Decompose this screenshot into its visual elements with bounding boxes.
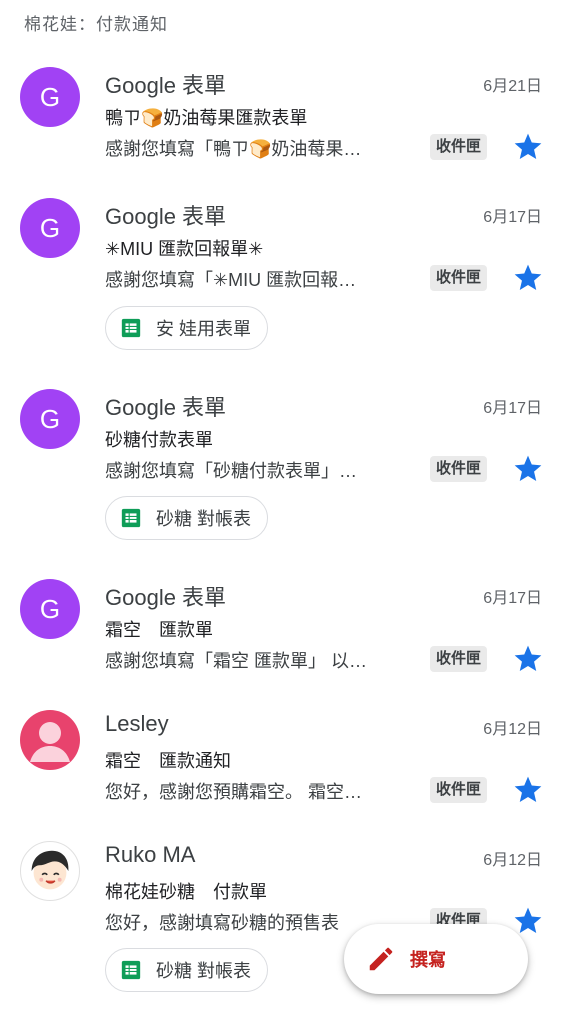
inbox-label-badge: 收件匣: [430, 777, 488, 803]
inbox-label-badge: 收件匣: [430, 265, 488, 291]
email-snippet: 感謝您填寫「砂糖付款表單」…: [105, 461, 357, 481]
email-snippet: 感謝您填寫「鴨ㄗ🍞奶油莓果…: [105, 139, 362, 159]
star-icon[interactable]: [512, 453, 544, 485]
google-sheets-icon: [121, 960, 141, 980]
email-date: 6月21日: [483, 78, 542, 95]
star-icon[interactable]: [512, 905, 544, 937]
compose-label: 撰寫: [410, 950, 446, 970]
avatar[interactable]: G: [20, 579, 80, 639]
email-subject: 霜空 匯款通知: [105, 751, 231, 771]
sender-name: Google 表單: [105, 204, 227, 229]
cartoon-avatar-icon: [31, 850, 69, 890]
email-date: 6月17日: [483, 209, 542, 226]
inbox-label-badge: 收件匣: [430, 134, 488, 160]
email-snippet: 感謝您填寫「霜空 匯款單」 以…: [105, 651, 368, 671]
sender-name: Google 表單: [105, 585, 227, 610]
email-snippet: 您好，感謝您預購霜空。 霜空…: [105, 782, 362, 802]
avatar[interactable]: G: [20, 389, 80, 449]
avatar[interactable]: G: [20, 198, 80, 258]
attachment-name: 安 娃用表單: [156, 319, 252, 339]
avatar[interactable]: G: [20, 67, 80, 127]
attachment-name: 砂糖 對帳表: [156, 961, 252, 981]
pencil-icon: [369, 947, 393, 971]
inbox-label-badge: 收件匣: [430, 646, 488, 672]
google-sheets-icon: [121, 508, 141, 528]
inbox-label-badge: 收件匣: [430, 456, 488, 482]
page-title: 棉花娃：付款通知: [24, 15, 168, 34]
email-subject: 鴨ㄗ🍞奶油莓果匯款表單: [105, 108, 308, 128]
email-date: 6月12日: [483, 852, 542, 869]
email-date: 6月17日: [483, 400, 542, 417]
star-icon[interactable]: [512, 643, 544, 675]
email-subject: ✳MIU 匯款回報單✳: [105, 239, 264, 259]
attachment-chip[interactable]: 砂糖 對帳表: [105, 496, 269, 540]
email-date: 6月12日: [483, 721, 542, 738]
star-icon[interactable]: [512, 262, 544, 294]
sender-name: Ruko MA: [105, 842, 196, 867]
compose-button[interactable]: 撰寫: [344, 924, 528, 994]
avatar[interactable]: [20, 710, 80, 770]
star-icon[interactable]: [512, 131, 544, 163]
sender-name: Google 表單: [105, 73, 227, 98]
attachment-name: 砂糖 對帳表: [156, 509, 252, 529]
email-subject: 砂糖付款表單: [105, 430, 213, 450]
attachment-chip[interactable]: 砂糖 對帳表: [105, 948, 269, 992]
email-snippet: 感謝您填寫「✳MIU 匯款回報…: [105, 270, 357, 290]
sender-name: Google 表單: [105, 395, 227, 420]
star-icon[interactable]: [512, 774, 544, 806]
google-sheets-icon: [121, 318, 141, 338]
attachment-chip[interactable]: 安 娃用表單: [105, 306, 269, 350]
person-icon: [30, 722, 70, 762]
email-date: 6月17日: [483, 590, 542, 607]
sender-name: Lesley: [105, 711, 169, 736]
email-subject: 棉花娃砂糖 付款單: [105, 882, 267, 902]
email-subject: 霜空 匯款單: [105, 620, 213, 640]
avatar[interactable]: [20, 841, 80, 901]
